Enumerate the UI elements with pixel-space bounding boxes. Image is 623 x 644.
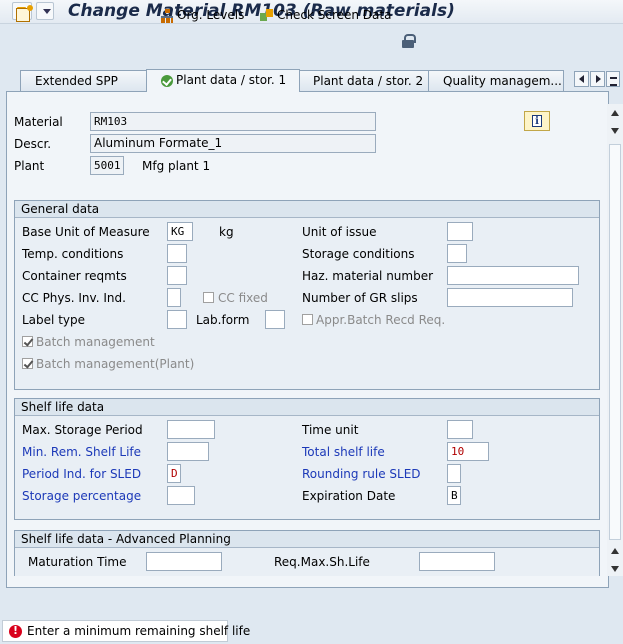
min-rem-shelf-life-field[interactable] [167, 442, 209, 461]
lab-form-field[interactable] [265, 310, 285, 329]
unit-of-issue-label: Unit of issue [302, 225, 377, 239]
batch-management-plant-label: Batch management(Plant) [36, 357, 195, 371]
info-button[interactable]: i [524, 111, 550, 131]
tab-label: Quality managem... [443, 74, 562, 88]
tab-plant-data-stor-1[interactable]: Plant data / stor. 1 [146, 69, 300, 92]
base-uom-field[interactable]: KG [167, 222, 193, 241]
temp-conditions-label: Temp. conditions [22, 247, 124, 261]
plant-field: 5001 [90, 156, 124, 175]
max-storage-label: Max. Storage Period [22, 423, 143, 437]
maturation-time-label: Maturation Time [28, 555, 127, 569]
expiration-date-field[interactable]: B [447, 486, 461, 505]
tab-label: Plant data / stor. 2 [313, 74, 424, 88]
period-ind-sled-label: Period Ind. for SLED [22, 467, 142, 481]
time-unit-field[interactable] [447, 420, 473, 439]
vertical-scrollbar[interactable] [607, 104, 623, 576]
haz-material-label: Haz. material number [302, 269, 434, 283]
haz-material-field[interactable] [447, 266, 579, 285]
lab-form-label: Lab.form [196, 313, 250, 327]
base-uom-text: kg [219, 225, 234, 239]
rounding-rule-sled-label: Rounding rule SLED [302, 467, 421, 481]
period-ind-sled-field[interactable]: D [167, 464, 181, 483]
tab-scroll-left-icon[interactable] [574, 71, 589, 87]
status-text: Enter a minimum remaining shelf life [27, 624, 251, 638]
req-max-shelf-life-label: Req.Max.Sh.Life [274, 555, 370, 569]
time-unit-label: Time unit [302, 423, 359, 437]
descr-label: Descr. [14, 137, 52, 151]
batch-management-plant-checkbox[interactable] [22, 358, 33, 369]
group-title: Shelf life data - Advanced Planning [15, 531, 599, 548]
rounding-rule-sled-field[interactable] [447, 464, 461, 483]
error-icon [9, 624, 22, 638]
info-icon: i [532, 115, 542, 127]
scroll-thumb[interactable] [609, 144, 621, 540]
check-screen-data-label: Check Screen Data [277, 8, 392, 22]
batch-management-label: Batch management [36, 335, 155, 349]
status-message[interactable]: Enter a minimum remaining shelf life [2, 620, 250, 642]
total-shelf-life-label: Total shelf life [302, 445, 385, 459]
container-reqmts-field[interactable] [167, 266, 187, 285]
cc-fixed-checkbox[interactable] [203, 292, 214, 303]
tab-extended-spp[interactable]: Extended SPP [20, 70, 148, 91]
scroll-down-icon[interactable] [611, 128, 619, 134]
description-field: Aluminum Formate_1 [90, 134, 376, 153]
check-screen-data-button[interactable]: Check Screen Data [260, 6, 391, 24]
material-label: Material [14, 115, 63, 129]
org-structure-icon [160, 8, 174, 23]
req-max-shelf-life-field[interactable] [419, 552, 495, 571]
container-reqmts-label: Container reqmts [22, 269, 127, 283]
scroll-up-icon[interactable] [611, 110, 619, 116]
lock-icon[interactable] [402, 34, 416, 48]
storage-conditions-label: Storage conditions [302, 247, 415, 261]
new-entry-icon[interactable] [16, 5, 33, 22]
cc-fixed-label: CC fixed [218, 291, 268, 305]
material-field: RM103 [90, 112, 376, 131]
expiration-date-label: Expiration Date [302, 489, 396, 503]
max-storage-field[interactable] [167, 420, 215, 439]
cc-phys-inv-field[interactable] [167, 288, 181, 307]
group-title: General data [15, 201, 599, 218]
base-uom-label: Base Unit of Measure [22, 225, 150, 239]
gr-slips-label: Number of GR slips [302, 291, 418, 305]
menu-dropdown-icon[interactable] [36, 2, 54, 20]
tab-scroll-right-icon[interactable] [590, 71, 605, 87]
check-ok-icon [161, 74, 173, 87]
gr-slips-field[interactable] [447, 288, 573, 307]
org-levels-label: Org. Levels [177, 8, 245, 22]
unit-of-issue-field[interactable] [447, 222, 473, 241]
tab-plant-data-stor-2[interactable]: Plant data / stor. 2 [298, 70, 430, 91]
plant-name: Mfg plant 1 [142, 159, 211, 173]
temp-conditions-field[interactable] [167, 244, 187, 263]
appr-batch-checkbox[interactable] [302, 314, 313, 325]
storage-conditions-field[interactable] [447, 244, 467, 263]
storage-percentage-field[interactable] [167, 486, 195, 505]
check-data-icon [260, 8, 274, 23]
tab-list-menu-icon[interactable] [606, 71, 620, 87]
storage-percentage-label: Storage percentage [22, 489, 142, 503]
maturation-time-field[interactable] [146, 552, 222, 571]
org-levels-button[interactable]: Org. Levels [160, 6, 244, 24]
batch-management-checkbox[interactable] [22, 336, 33, 347]
min-rem-shelf-life-label: Min. Rem. Shelf Life [22, 445, 142, 459]
total-shelf-life-field[interactable]: 10 [447, 442, 489, 461]
tab-label: Extended SPP [35, 74, 118, 88]
scroll-up-icon[interactable] [611, 548, 619, 554]
tab-label: Plant data / stor. 1 [176, 73, 287, 87]
appr-batch-label: Appr.Batch Recd Req. [316, 313, 446, 327]
label-type-label: Label type [22, 313, 85, 327]
plant-label: Plant [14, 159, 45, 173]
label-type-field[interactable] [167, 310, 187, 329]
scroll-down-icon[interactable] [611, 566, 619, 572]
cc-phys-inv-label: CC Phys. Inv. Ind. [22, 291, 126, 305]
tab-quality-management[interactable]: Quality managem... [428, 70, 564, 91]
group-title: Shelf life data [15, 399, 599, 416]
application-toolbar [0, 28, 623, 56]
